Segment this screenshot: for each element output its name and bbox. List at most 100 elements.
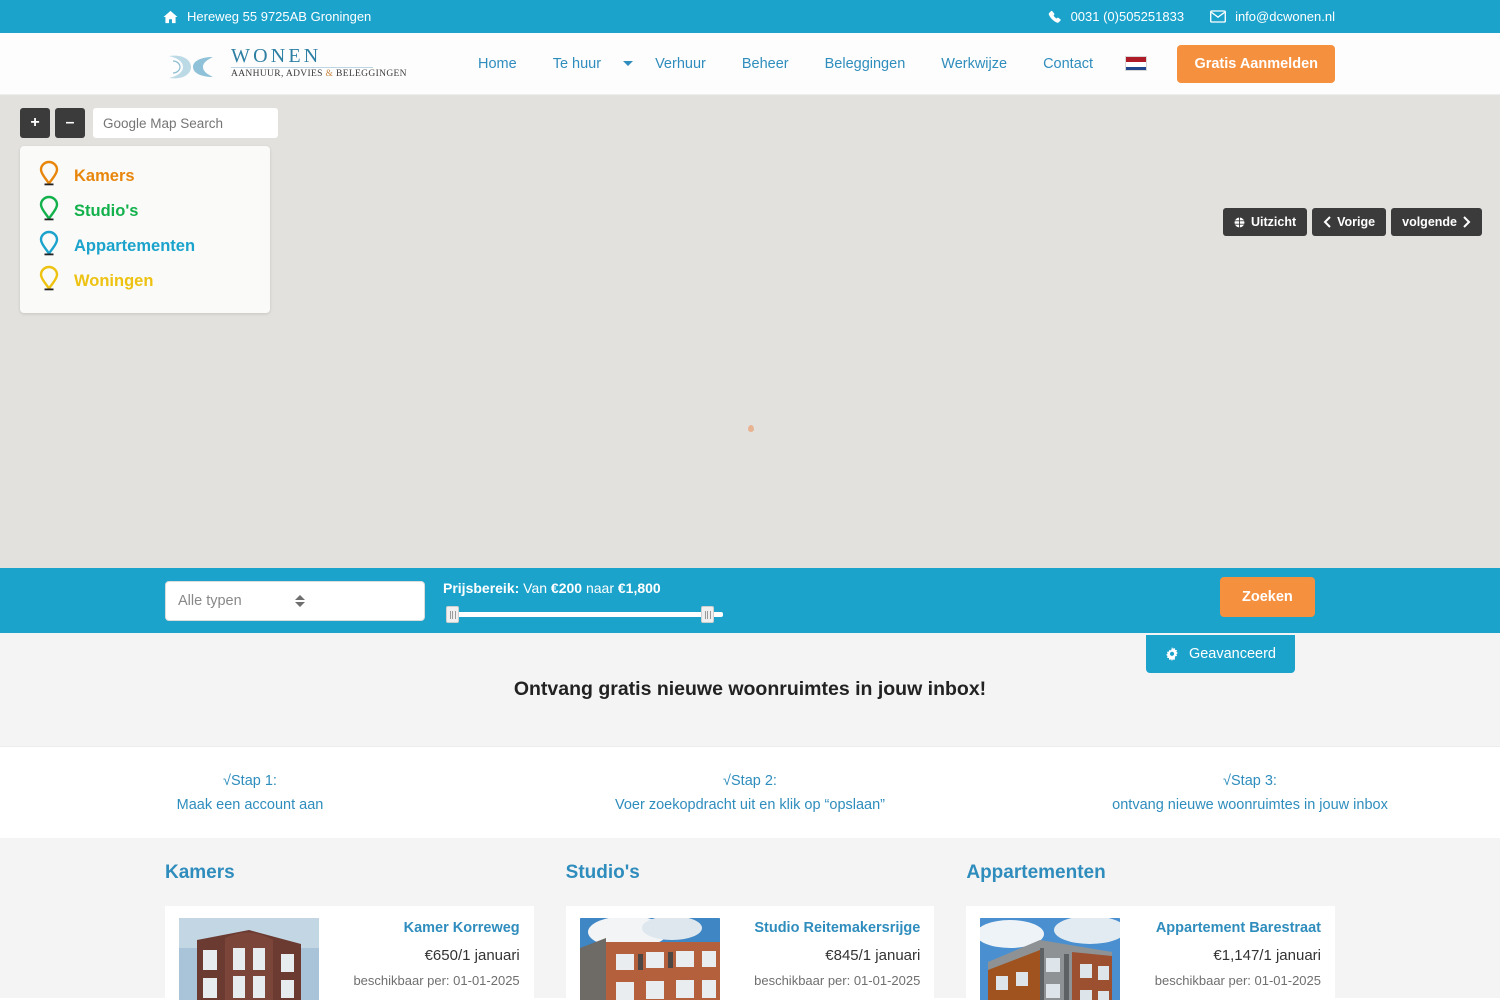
- listing-details: Kamer Korreweg €650/1 januari beschikbaa…: [331, 918, 520, 988]
- listing-title[interactable]: Kamer Korreweg: [331, 920, 520, 936]
- step-3-title: √Stap 3:: [1223, 772, 1277, 789]
- listing-availability: beschikbaar per: 01-01-2025: [353, 973, 520, 988]
- listing-thumbnail[interactable]: [179, 918, 319, 1000]
- envelope-icon: [1210, 10, 1227, 23]
- listing-price: €650/1 januari: [424, 947, 520, 964]
- main-navbar: WONEN AANHUUR, ADVIES & BELEGGINGEN Home…: [0, 33, 1500, 95]
- step-1: √Stap 1: Maak een account aan: [0, 769, 500, 817]
- logo-divider: [231, 67, 373, 68]
- logo-wordmark: WONEN: [231, 45, 322, 67]
- property-type-value: Alle typen: [178, 592, 242, 609]
- gratis-aanmelden-button[interactable]: Gratis Aanmelden: [1177, 44, 1335, 83]
- uitzicht-button[interactable]: Uitzicht: [1223, 208, 1308, 236]
- address-item: Hereweg 55 9725AB Groningen: [163, 9, 371, 24]
- map-marker-dot[interactable]: [748, 425, 754, 432]
- step-3-text: ontvang nieuwe woonruimtes in jouw inbox: [1112, 796, 1388, 813]
- map-legend: Kamers Studio's Appartementen Woningen: [20, 146, 270, 313]
- price-range-label: Prijsbereik: Van €200 naar €1,800: [443, 580, 661, 596]
- geavanceerd-button[interactable]: Geavanceerd: [1145, 635, 1295, 673]
- volgende-label: volgende: [1402, 215, 1457, 229]
- slider-track: [453, 612, 723, 617]
- legend-label: Woningen: [74, 272, 154, 290]
- phone-icon: [1048, 10, 1062, 24]
- property-type-select[interactable]: Alle typen: [165, 580, 425, 621]
- nav-item-contact[interactable]: Contact: [1025, 56, 1111, 72]
- nav-item-home[interactable]: Home: [460, 56, 535, 72]
- legend-item-woningen[interactable]: Woningen: [20, 264, 270, 299]
- listing-heading: Studio's: [565, 862, 640, 883]
- map-pin-icon: [38, 195, 60, 228]
- site-logo[interactable]: WONEN AANHUUR, ADVIES & BELEGGINGEN: [165, 45, 407, 85]
- geavanceerd-label: Geavanceerd: [1188, 646, 1276, 662]
- legend-item-appartementen[interactable]: Appartementen: [20, 229, 270, 264]
- listing-availability: beschikbaar per: 01-01-2025: [1154, 973, 1322, 988]
- phone-item[interactable]: 0031 (0)505251833: [1048, 9, 1185, 24]
- zoeken-button[interactable]: Zoeken: [1220, 577, 1315, 617]
- dc-monogram-icon: [165, 52, 229, 82]
- vorige-button[interactable]: Vorige: [1312, 208, 1387, 236]
- listing-column-kamers: Kamers Kamer Korreweg €650/1 januari bes…: [165, 862, 534, 1000]
- home-icon: [163, 10, 178, 24]
- listings-section: Kamers Kamer Korreweg €650/1 januari bes…: [0, 838, 1500, 1000]
- map-search-input[interactable]: [93, 108, 278, 138]
- utility-topbar: Hereweg 55 9725AB Groningen 0031 (0)5052…: [0, 0, 1500, 33]
- step-2-text: Voer zoekopdracht uit en klik op “opslaa…: [614, 796, 886, 813]
- step-3: √Stap 3: ontvang nieuwe woonruimtes in j…: [1000, 769, 1500, 817]
- listing-title[interactable]: Appartement Barestraat: [1132, 920, 1321, 936]
- email-text: info@dcwonen.nl: [1235, 9, 1335, 24]
- step-1-title: √Stap 1:: [223, 772, 277, 789]
- volgende-button[interactable]: volgende: [1391, 208, 1482, 236]
- listing-heading: Kamers: [165, 862, 235, 883]
- map-pin-icon: [38, 160, 60, 193]
- legend-label: Studio's: [74, 202, 139, 220]
- listing-price: €1,147/1 januari: [1213, 947, 1322, 964]
- listing-card[interactable]: Studio Reitemakersrijge €845/1 januari b…: [565, 906, 935, 1000]
- listing-thumbnail[interactable]: [579, 918, 720, 1000]
- map-controls: + –: [20, 108, 278, 138]
- search-band: Alle typen Prijsbereik: Van €200 naar €1…: [0, 568, 1500, 633]
- logo-tagline: AANHUUR, ADVIES & BELEGGINGEN: [231, 69, 407, 79]
- legend-label: Appartementen: [74, 237, 196, 255]
- chevron-right-icon: [1463, 216, 1471, 228]
- primary-nav: Home Te huur Verhuur Beheer Beleggingen …: [460, 56, 1191, 72]
- nav-item-verhuur[interactable]: Verhuur: [637, 56, 724, 72]
- price-range-slider[interactable]: [443, 606, 733, 623]
- slider-handle-max[interactable]: [701, 606, 714, 623]
- listing-card[interactable]: Kamer Korreweg €650/1 januari beschikbaa…: [165, 906, 534, 1000]
- listing-heading: Appartementen: [966, 862, 1106, 883]
- nav-item-beheer[interactable]: Beheer: [724, 56, 807, 72]
- zoom-in-button[interactable]: +: [20, 108, 50, 138]
- netherlands-flag-icon[interactable]: [1125, 56, 1148, 71]
- nav-item-te-huur[interactable]: Te huur: [535, 56, 619, 72]
- step-1-text: Maak een account aan: [176, 796, 324, 813]
- phone-text: 0031 (0)505251833: [1070, 9, 1185, 24]
- nav-item-werkwijze[interactable]: Werkwijze: [923, 56, 1025, 72]
- listing-column-studios: Studio's Studio Reitemakersrijge €845/1 …: [565, 862, 935, 1000]
- listing-card[interactable]: Appartement Barestraat €1,147/1 januari …: [966, 906, 1336, 1000]
- map-pin-icon: [38, 265, 60, 298]
- legend-item-kamers[interactable]: Kamers: [20, 159, 270, 194]
- map-canvas[interactable]: + – Kamers Studio's Appartementen: [0, 95, 1500, 568]
- steps-section: √Stap 1: Maak een account aan √Stap 2: V…: [0, 746, 1500, 838]
- uitzicht-label: Uitzicht: [1251, 215, 1297, 229]
- step-2: √Stap 2: Voer zoekopdracht uit en klik o…: [500, 769, 1000, 817]
- legend-item-studios[interactable]: Studio's: [20, 194, 270, 229]
- vorige-label: Vorige: [1337, 215, 1376, 229]
- email-item[interactable]: info@dcwonen.nl: [1210, 9, 1335, 24]
- zoom-out-button[interactable]: –: [55, 108, 85, 138]
- inbox-headline: Ontvang gratis nieuwe woonruimtes in jou…: [513, 678, 987, 700]
- chevron-down-icon[interactable]: [623, 61, 634, 66]
- gear-icon: [1165, 647, 1179, 661]
- nav-item-beleggingen[interactable]: Beleggingen: [807, 56, 924, 72]
- listing-column-appartementen: Appartementen Appartement Barestraat €1,…: [966, 862, 1336, 1000]
- select-stepper-icon: [295, 594, 412, 607]
- listing-availability: beschikbaar per: 01-01-2025: [754, 973, 921, 988]
- chevron-left-icon: [1323, 216, 1331, 228]
- listing-details: Studio Reitemakersrijge €845/1 januari b…: [732, 918, 921, 988]
- listing-thumbnail[interactable]: [980, 918, 1121, 1000]
- legend-label: Kamers: [74, 167, 135, 185]
- listing-title[interactable]: Studio Reitemakersrijge: [732, 920, 920, 936]
- map-pin-icon: [38, 230, 60, 263]
- listing-price: €845/1 januari: [825, 947, 921, 964]
- slider-handle-min[interactable]: [446, 606, 459, 623]
